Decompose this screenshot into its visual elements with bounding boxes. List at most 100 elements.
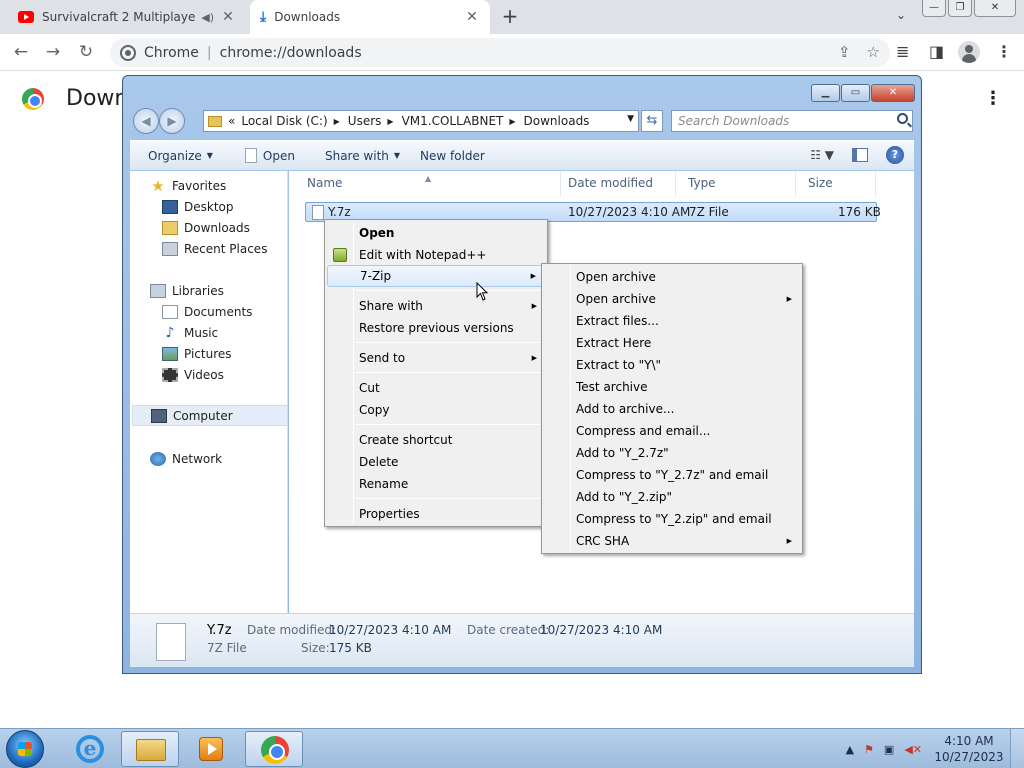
menu-item-open[interactable]: Open bbox=[327, 222, 545, 244]
breadcrumb-downloads[interactable]: Downloads bbox=[524, 114, 590, 128]
omnibox-url[interactable]: chrome://downloads bbox=[220, 45, 362, 61]
menu-item-add-to-archive[interactable]: Add to archive... bbox=[544, 398, 800, 420]
clock[interactable]: 4:10 AM 10/27/2023 bbox=[932, 733, 1006, 765]
menu-item-extract-here[interactable]: Extract Here bbox=[544, 332, 800, 354]
tab-close-icon[interactable]: ✕ bbox=[464, 9, 480, 25]
breadcrumb-arrow-icon[interactable]: ▶ bbox=[509, 117, 515, 126]
nav-label: Videos bbox=[184, 368, 224, 382]
taskbar-chrome-button[interactable] bbox=[245, 731, 303, 767]
breadcrumb-local-disk[interactable]: Local Disk (C:) bbox=[241, 114, 327, 128]
breadcrumb-overflow[interactable]: « bbox=[228, 114, 235, 128]
breadcrumb[interactable]: « Local Disk (C:) ▶ Users ▶ VM1.COLLABNE… bbox=[203, 110, 639, 132]
nav-music[interactable]: ♪ Music bbox=[162, 326, 219, 340]
share-icon[interactable]: ⇪ bbox=[838, 43, 851, 61]
action-center-flag-icon[interactable]: ⚑ bbox=[864, 743, 874, 756]
menu-item-open-archive-sub[interactable]: Open archive ▶ bbox=[544, 288, 800, 310]
change-view-icon[interactable]: ☷ ▼ bbox=[810, 148, 834, 162]
side-panel-icon[interactable]: ◨ bbox=[929, 42, 944, 61]
menu-item-edit-notepadpp[interactable]: Edit with Notepad++ bbox=[327, 244, 545, 266]
reading-list-icon[interactable]: ≣ bbox=[896, 42, 909, 61]
chrome-menu-icon[interactable]: ⋮ bbox=[996, 42, 1012, 61]
forward-arrow-icon[interactable]: ▶ bbox=[159, 108, 185, 134]
menu-item-send-to[interactable]: Send to ▶ bbox=[327, 347, 545, 369]
site-info-icon[interactable] bbox=[120, 44, 136, 61]
address-dropdown-icon[interactable]: ▼ bbox=[627, 114, 634, 124]
start-button[interactable] bbox=[6, 730, 44, 768]
nav-recent-places[interactable]: Recent Places bbox=[162, 242, 267, 256]
taskbar-media-player-button[interactable] bbox=[182, 731, 240, 767]
tab-survivalcraft[interactable]: Survivalcraft 2 Multiplayer Gi ◀) ✕ bbox=[8, 0, 246, 34]
taskbar-explorer-button[interactable] bbox=[121, 731, 179, 767]
nav-pictures[interactable]: Pictures bbox=[162, 347, 232, 361]
tab-search-chevron-icon[interactable]: ⌄ bbox=[896, 8, 906, 22]
column-header-size[interactable]: Size bbox=[796, 171, 876, 197]
column-header-date-modified[interactable]: Date modified bbox=[556, 171, 676, 197]
menu-item-rename[interactable]: Rename bbox=[327, 473, 545, 495]
refresh-icon[interactable]: ⇆ bbox=[641, 110, 663, 132]
menu-item-delete[interactable]: Delete bbox=[327, 451, 545, 473]
forward-arrow-icon[interactable]: → bbox=[42, 42, 64, 64]
new-folder-button[interactable]: New folder bbox=[420, 149, 485, 163]
bookmark-star-icon[interactable]: ☆ bbox=[867, 43, 880, 61]
network-tray-icon[interactable]: ▣ bbox=[884, 743, 894, 756]
back-arrow-icon[interactable]: ← bbox=[10, 42, 32, 64]
address-bar[interactable]: Chrome | chrome://downloads ⇪ ☆ bbox=[110, 38, 890, 67]
nav-videos[interactable]: Videos bbox=[162, 368, 224, 382]
preview-pane-icon[interactable] bbox=[852, 148, 868, 162]
nav-desktop[interactable]: Desktop bbox=[162, 200, 234, 214]
menu-item-share-with[interactable]: Share with ▶ bbox=[327, 295, 545, 317]
breadcrumb-arrow-icon[interactable]: ▶ bbox=[334, 117, 340, 126]
search-input[interactable]: Search Downloads bbox=[671, 110, 913, 132]
minimize-button[interactable]: — bbox=[922, 0, 946, 17]
speaker-icon[interactable]: ◀) bbox=[201, 11, 214, 24]
menu-item-compress-zip-email[interactable]: Compress to "Y_2.zip" and email bbox=[544, 508, 800, 530]
menu-item-create-shortcut[interactable]: Create shortcut bbox=[327, 429, 545, 451]
menu-item-cut[interactable]: Cut bbox=[327, 377, 545, 399]
menu-item-extract-to-folder[interactable]: Extract to "Y\" bbox=[544, 354, 800, 376]
nav-computer[interactable]: Computer bbox=[132, 405, 288, 426]
share-with-button[interactable]: Share with ▼ bbox=[325, 149, 400, 163]
menu-item-7zip[interactable]: 7-Zip ▶ bbox=[327, 265, 545, 287]
nav-downloads[interactable]: Downloads bbox=[162, 221, 250, 235]
more-actions-icon[interactable]: ⋮ bbox=[984, 88, 1002, 109]
menu-item-open-archive[interactable]: Open archive bbox=[544, 266, 800, 288]
menu-item-add-to-zip[interactable]: Add to "Y_2.zip" bbox=[544, 486, 800, 508]
column-header-name[interactable]: Name ▲ bbox=[295, 171, 561, 197]
nav-documents[interactable]: Documents bbox=[162, 305, 252, 319]
taskbar-ie-button[interactable]: e bbox=[60, 731, 118, 767]
menu-item-test-archive[interactable]: Test archive bbox=[544, 376, 800, 398]
tab-close-icon[interactable]: ✕ bbox=[220, 9, 236, 25]
close-window-button[interactable]: ✕ bbox=[974, 0, 1016, 17]
nav-libraries[interactable]: Libraries bbox=[150, 284, 224, 298]
nav-favorites[interactable]: ★ Favorites bbox=[150, 179, 226, 194]
nav-network[interactable]: Network bbox=[150, 452, 222, 466]
show-desktop-button[interactable] bbox=[1010, 729, 1024, 768]
breadcrumb-users[interactable]: Users bbox=[348, 114, 382, 128]
reload-icon[interactable]: ↻ bbox=[75, 42, 97, 64]
menu-item-add-to-7z[interactable]: Add to "Y_2.7z" bbox=[544, 442, 800, 464]
column-header-type[interactable]: Type bbox=[676, 171, 796, 197]
search-icon[interactable] bbox=[897, 113, 908, 124]
menu-item-compress-7z-email[interactable]: Compress to "Y_2.7z" and email bbox=[544, 464, 800, 486]
volume-muted-icon[interactable]: ◀✕ bbox=[904, 743, 922, 756]
breadcrumb-vm1[interactable]: VM1.COLLABNET bbox=[402, 114, 504, 128]
show-hidden-icons-icon[interactable]: ▲ bbox=[846, 743, 854, 756]
menu-item-restore-previous-versions[interactable]: Restore previous versions bbox=[327, 317, 545, 339]
menu-item-compress-and-email[interactable]: Compress and email... bbox=[544, 420, 800, 442]
breadcrumb-arrow-icon[interactable]: ▶ bbox=[387, 117, 393, 126]
tab-downloads[interactable]: ⤓ Downloads ✕ bbox=[250, 0, 490, 34]
new-tab-button[interactable]: + bbox=[498, 5, 522, 29]
open-button[interactable]: Open bbox=[244, 148, 295, 163]
maximize-button[interactable]: ▭ bbox=[841, 84, 870, 102]
menu-item-copy[interactable]: Copy bbox=[327, 399, 545, 421]
help-icon[interactable]: ? bbox=[886, 146, 904, 164]
minimize-button[interactable]: ▁ bbox=[811, 84, 840, 102]
menu-item-properties[interactable]: Properties bbox=[327, 503, 545, 525]
close-button[interactable]: ✕ bbox=[871, 84, 915, 102]
organize-button[interactable]: Organize ▼ bbox=[148, 149, 213, 163]
menu-item-crc-sha[interactable]: CRC SHA ▶ bbox=[544, 530, 800, 552]
back-arrow-icon[interactable]: ◀ bbox=[133, 108, 159, 134]
menu-item-extract-files[interactable]: Extract files... bbox=[544, 310, 800, 332]
profile-avatar-icon[interactable] bbox=[958, 41, 980, 63]
restore-button[interactable]: ❐ bbox=[948, 0, 972, 17]
